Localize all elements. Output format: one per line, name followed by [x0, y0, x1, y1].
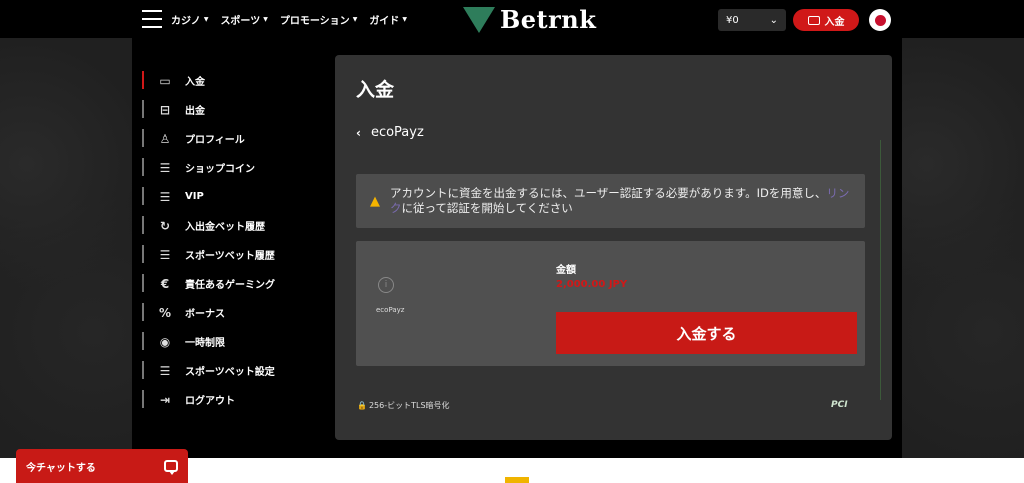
user-icon: ♙ — [159, 131, 171, 146]
amount-label: 金額 — [556, 265, 576, 276]
back-link[interactable]: ‹ ecoPayz — [356, 125, 424, 140]
sidebar-item-transaction-history[interactable]: ↻ 入出金ベット履歴 — [142, 211, 322, 240]
sidebar-item-deposit[interactable]: ▭ 入金 — [142, 66, 322, 95]
eye-icon: ◉ — [159, 334, 171, 349]
payment-box: i ecoPayz 金額 2,000.00 JPY 入金する — [356, 241, 865, 366]
caret-down-icon: ▼ — [263, 16, 268, 23]
deposit-button[interactable]: 入金 — [793, 9, 859, 31]
chat-icon — [164, 460, 178, 475]
logout-icon: ⇥ — [159, 392, 171, 407]
info-icon: i — [378, 277, 394, 293]
atm-icon: ⊟ — [159, 102, 171, 117]
pci-logo: PCI — [831, 400, 848, 410]
logo-text: Betrnk — [500, 5, 597, 34]
sidebar-item-time-limit[interactable]: ◉ 一時制限 — [142, 327, 322, 356]
sidebar-item-sports-bet-history[interactable]: ☰ スポーツベット履歴 — [142, 240, 322, 269]
lock-icon: 🔒 — [357, 401, 367, 410]
account-sidebar: ▭ 入金 ⊟ 出金 ♙ プロフィール ☰ ショップコイン ☰ VIP ↻ 入出金… — [142, 66, 322, 414]
payment-method-name: ecoPayz — [376, 306, 405, 314]
hamburger-menu-icon[interactable] — [142, 10, 162, 28]
chat-button[interactable]: 今チャットする — [16, 449, 188, 483]
submit-deposit-button[interactable]: 入金する — [556, 312, 857, 354]
nav-promotions[interactable]: プロモーション ▼ — [280, 12, 357, 27]
background-left — [0, 38, 132, 458]
balance-dropdown[interactable]: ¥0 ⌄ — [718, 9, 786, 31]
amount-value: 2,000.00 JPY — [556, 279, 628, 290]
cash-icon: ▭ — [159, 73, 171, 88]
euro-icon: € — [160, 276, 170, 291]
wallet-icon — [807, 15, 820, 25]
sliders-icon: ☰ — [159, 363, 171, 378]
logo[interactable]: Betrnk — [463, 5, 596, 34]
top-header: カジノ ▼ スポーツ ▼ プロモーション ▼ ガイド ▼ Betrnk ¥0 ⌄ 入金 — [0, 0, 1024, 38]
sidebar-item-sports-bet-settings[interactable]: ☰ スポーツベット設定 — [142, 356, 322, 385]
scrollbar[interactable] — [880, 140, 881, 400]
chevron-left-icon: ‹ — [356, 125, 361, 140]
background-right — [902, 38, 1024, 458]
nav-guide[interactable]: ガイド ▼ — [369, 12, 407, 27]
sidebar-item-shop-coins[interactable]: ☰ ショップコイン — [142, 153, 322, 182]
security-note: 🔒 256-ビットTLS暗号化 — [357, 401, 450, 410]
language-flag-icon[interactable] — [869, 9, 891, 31]
warning-text: アカウントに資金を出金するには、ユーザー認証する必要があります。IDを用意し、リ… — [390, 186, 850, 215]
sliders-icon: ☰ — [159, 247, 171, 262]
verification-warning: ▲ アカウントに資金を出金するには、ユーザー認証する必要があります。IDを用意し… — [356, 174, 865, 228]
nav-sports[interactable]: スポーツ ▼ — [220, 12, 267, 27]
back-link-label: ecoPayz — [370, 125, 424, 140]
sliders-icon: ☰ — [159, 160, 171, 175]
main-nav: カジノ ▼ スポーツ ▼ プロモーション ▼ ガイド ▼ — [171, 12, 407, 27]
caret-down-icon: ▼ — [203, 16, 209, 23]
caret-down-icon: ▼ — [402, 16, 407, 23]
deposit-panel: 入金 ‹ ecoPayz ▲ アカウントに資金を出金するには、ユーザー認証する必… — [335, 55, 892, 440]
warning-icon: ▲ — [370, 193, 380, 209]
caret-down-icon: ▼ — [352, 16, 358, 23]
sidebar-item-bonus[interactable]: % ボーナス — [142, 298, 322, 327]
percent-icon: % — [158, 305, 172, 320]
account-container: ▭ 入金 ⊟ 出金 ♙ プロフィール ☰ ショップコイン ☰ VIP ↻ 入出金… — [132, 38, 902, 458]
sidebar-item-withdraw[interactable]: ⊟ 出金 — [142, 95, 322, 124]
history-icon: ↻ — [159, 218, 171, 233]
sidebar-item-profile[interactable]: ♙ プロフィール — [142, 124, 322, 153]
sidebar-item-vip[interactable]: ☰ VIP — [142, 182, 322, 211]
sliders-icon: ☰ — [159, 189, 171, 204]
chat-label: 今チャットする — [26, 462, 96, 474]
nav-casino[interactable]: カジノ ▼ — [171, 12, 208, 27]
deposit-button-label: 入金 — [824, 16, 845, 28]
balance-value: ¥0 — [726, 14, 739, 26]
page-title: 入金 — [356, 79, 395, 101]
footer-accent — [505, 477, 529, 483]
sidebar-item-responsible-gaming[interactable]: € 責任あるゲーミング — [142, 269, 322, 298]
sidebar-item-logout[interactable]: ⇥ ログアウト — [142, 385, 322, 414]
chevron-down-icon: ⌄ — [769, 14, 778, 26]
tree-logo-icon — [463, 6, 495, 33]
